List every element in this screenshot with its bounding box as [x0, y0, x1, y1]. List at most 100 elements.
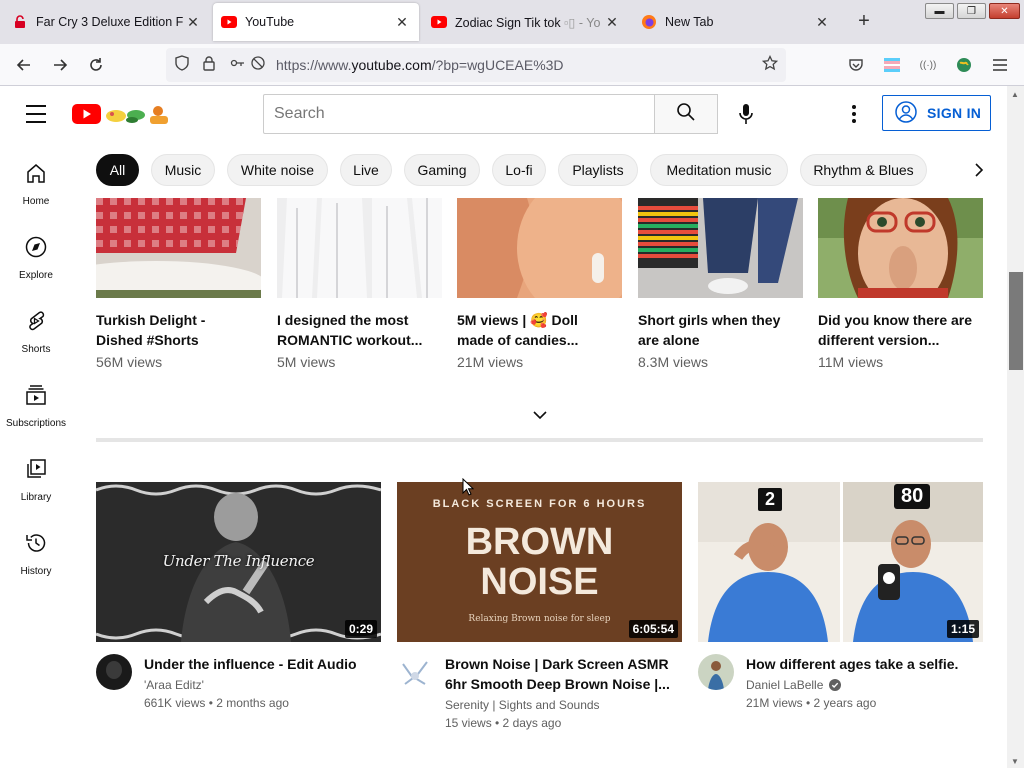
search-button[interactable]	[654, 94, 718, 134]
chip-white-noise[interactable]: White noise	[227, 154, 328, 186]
guide-item-home[interactable]: Home	[0, 146, 72, 220]
scroll-down-arrow-icon[interactable]: ▼	[1011, 757, 1019, 766]
extension-flag-icon[interactable]	[880, 53, 904, 77]
channel-name[interactable]: 'Araa Editz'	[144, 678, 381, 692]
video-card[interactable]: BLACK SCREEN FOR 6 HOURS BROWN NOISE Rel…	[397, 482, 682, 730]
reload-icon[interactable]	[84, 53, 108, 77]
video-title[interactable]: Under the influence - Edit Audio	[144, 654, 381, 674]
browser-tab-newtab[interactable]: New Tab ✕	[633, 3, 839, 41]
tab-title: Far Cry 3 Deluxe Edition Free	[36, 15, 184, 29]
settings-more-vert-icon[interactable]	[838, 100, 870, 128]
short-thumbnail[interactable]	[457, 198, 622, 298]
short-title[interactable]: Did you know there are different version…	[818, 310, 983, 350]
browser-tab-youtube[interactable]: YouTube ✕	[213, 3, 419, 41]
youtube-icon	[431, 14, 447, 30]
tab-close-icon[interactable]: ✕	[184, 14, 202, 31]
guide-item-explore[interactable]: Explore	[0, 220, 72, 294]
firefox-icon	[641, 14, 657, 30]
chip-playlists[interactable]: Playlists	[558, 154, 638, 186]
short-title[interactable]: Turkish Delight - Dished #Shorts	[96, 310, 261, 350]
chip-lofi[interactable]: Lo-fi	[492, 154, 546, 186]
tab-close-icon[interactable]: ✕	[813, 14, 831, 31]
chip-rhythm-blues[interactable]: Rhythm & Blues	[800, 154, 927, 186]
expand-chevron-down-icon[interactable]	[530, 405, 550, 425]
shield-icon[interactable]	[174, 54, 190, 76]
short-item[interactable]: Did you know there are different version…	[818, 198, 983, 370]
short-title[interactable]: I designed the most ROMANTIC workout...	[277, 310, 442, 350]
page-scrollbar[interactable]: ▲ ▼	[1007, 86, 1024, 768]
extension-globe-icon[interactable]	[952, 53, 976, 77]
guide-item-library[interactable]: Library	[0, 442, 72, 516]
window-close-icon[interactable]: ✕	[989, 3, 1020, 19]
tracking-blocked-icon[interactable]	[250, 55, 266, 76]
browser-tab-strip: Far Cry 3 Deluxe Edition Free ✕ YouTube …	[0, 0, 1024, 44]
search-box[interactable]	[263, 94, 655, 134]
scroll-up-arrow-icon[interactable]: ▲	[1011, 90, 1019, 99]
library-icon	[25, 458, 47, 485]
section-divider	[96, 438, 983, 442]
browser-tab-zodiac[interactable]: Zodiac Sign Tik tok ▫▯ - Yo ✕	[423, 3, 629, 41]
short-title[interactable]: 5M views | 🥰 Doll made of candies...	[457, 310, 622, 350]
url-bar[interactable]: https://www.youtube.com/?bp=wgUCEAE%3D	[166, 48, 786, 82]
permissions-icon[interactable]	[230, 55, 246, 76]
pocket-icon[interactable]	[844, 53, 868, 77]
channel-avatar[interactable]	[698, 654, 734, 690]
bookmark-star-icon[interactable]	[761, 54, 779, 76]
chip-all[interactable]: All	[96, 154, 139, 186]
video-duration: 0:29	[344, 620, 377, 638]
channel-name-text[interactable]: Daniel LaBelle	[746, 678, 823, 692]
menu-hamburger-icon[interactable]	[24, 102, 48, 126]
chip-live[interactable]: Live	[340, 154, 392, 186]
scrollbar-thumb[interactable]	[1009, 272, 1023, 370]
minimize-icon[interactable]: ▬	[925, 3, 954, 19]
short-item[interactable]: I designed the most ROMANTIC workout... …	[277, 198, 442, 370]
sign-in-button[interactable]: SIGN IN	[882, 95, 991, 131]
guide-item-shorts[interactable]: Shorts	[0, 294, 72, 368]
guide-item-subscriptions[interactable]: Subscriptions	[0, 368, 72, 442]
maximize-icon[interactable]: ❐	[957, 3, 986, 19]
chip-music[interactable]: Music	[151, 154, 215, 186]
tab-title: YouTube	[245, 15, 295, 29]
guide-item-history[interactable]: History	[0, 516, 72, 590]
short-item[interactable]: 5M views | 🥰 Doll made of candies... 21M…	[457, 198, 622, 370]
short-thumbnail[interactable]	[277, 198, 442, 298]
video-thumbnail[interactable]: BLACK SCREEN FOR 6 HOURS BROWN NOISE Rel…	[397, 482, 682, 642]
tab-close-icon[interactable]: ✕	[603, 14, 621, 31]
voice-search-mic-icon[interactable]	[730, 98, 762, 130]
short-thumbnail[interactable]	[96, 198, 261, 298]
age-badge-left: 2	[758, 488, 783, 511]
forward-arrow-icon[interactable]	[48, 53, 72, 77]
short-title[interactable]: Short girls when they are alone	[638, 310, 803, 350]
guide-label: Explore	[19, 270, 53, 281]
video-thumbnail[interactable]: Under The Influence 0:29	[96, 482, 381, 642]
channel-name[interactable]: Daniel LaBelle	[746, 678, 983, 692]
search-input[interactable]	[274, 105, 654, 123]
channel-avatar[interactable]	[397, 654, 433, 690]
browser-tab-farcry[interactable]: Far Cry 3 Deluxe Edition Free ✕	[4, 3, 210, 41]
short-item[interactable]: Short girls when they are alone 8.3M vie…	[638, 198, 803, 370]
lock-icon[interactable]	[202, 55, 216, 76]
video-card[interactable]: Under The Influence 0:29 Under the influ…	[96, 482, 381, 710]
short-item[interactable]: Turkish Delight - Dished #Shorts 56M vie…	[96, 198, 261, 370]
url-text[interactable]: https://www.youtube.com/?bp=wgUCEAE%3D	[276, 57, 564, 73]
video-meta: 661K views • 2 months ago	[144, 696, 289, 710]
video-title[interactable]: How different ages take a selfie.	[746, 654, 983, 674]
thumbnail-overlay-text: Under The Influence	[162, 552, 315, 570]
chip-meditation-music[interactable]: Meditation music	[650, 154, 788, 186]
new-tab-plus-icon[interactable]: +	[852, 10, 876, 34]
short-thumbnail[interactable]	[638, 198, 803, 298]
youtube-doodle-logo[interactable]	[72, 102, 172, 126]
tab-close-icon[interactable]: ✕	[393, 14, 411, 31]
guide-label: Shorts	[21, 344, 51, 355]
channel-avatar[interactable]	[96, 654, 132, 690]
video-title[interactable]: Brown Noise | Dark Screen ASMR 6hr Smoot…	[445, 654, 682, 694]
extension-waves-icon[interactable]: ((·))	[916, 53, 940, 77]
chip-gaming[interactable]: Gaming	[404, 154, 480, 186]
video-card[interactable]: 2 80 1:15 How different ages take a self…	[698, 482, 983, 710]
app-menu-icon[interactable]	[988, 53, 1012, 77]
back-arrow-icon[interactable]	[12, 53, 36, 77]
short-thumbnail[interactable]	[818, 198, 983, 298]
channel-name[interactable]: Serenity | Sights and Sounds	[445, 698, 682, 712]
chevron-right-icon[interactable]	[967, 158, 991, 182]
video-thumbnail[interactable]: 2 80 1:15	[698, 482, 983, 642]
